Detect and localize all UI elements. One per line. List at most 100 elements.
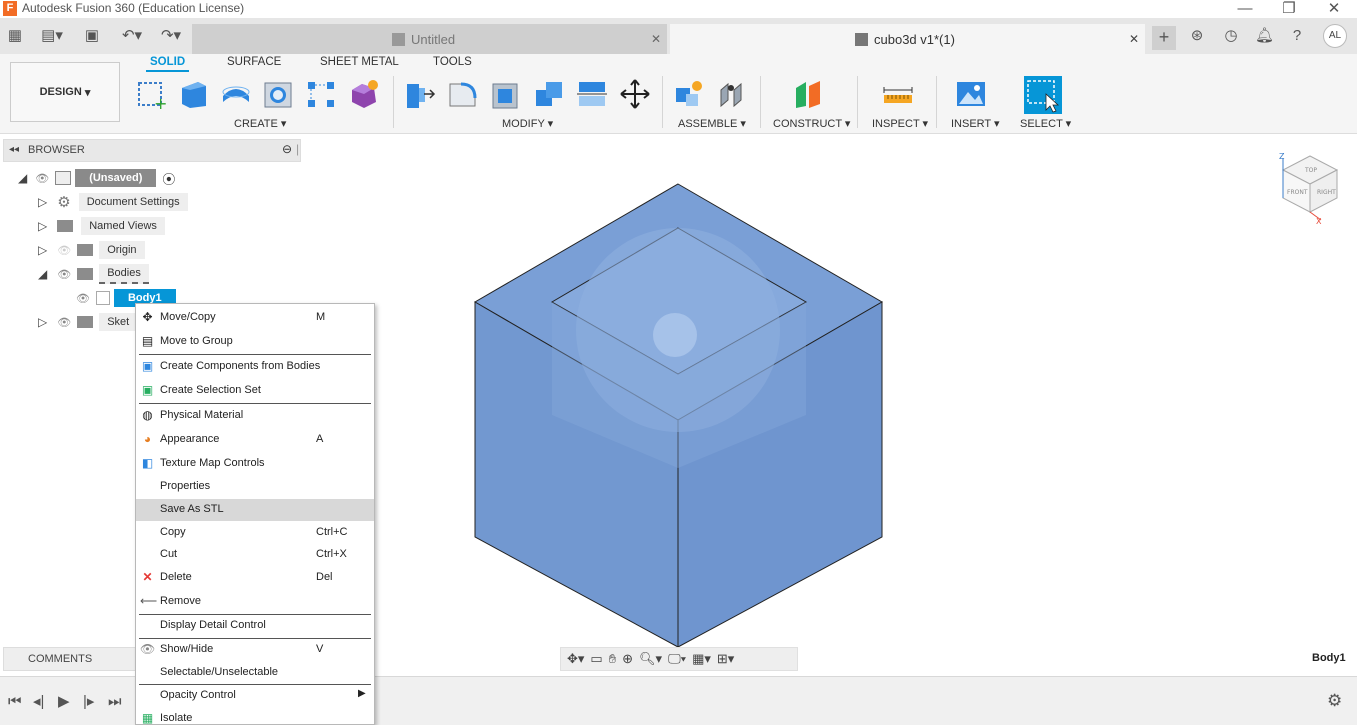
timeline-settings-gear-icon[interactable]: ⚙: [1327, 692, 1342, 710]
activate-radio-icon[interactable]: ⦿: [162, 169, 175, 188]
undo-icon[interactable]: ↶▾: [117, 27, 147, 45]
grid-menu-icon[interactable]: ▦: [7, 27, 23, 45]
tab-close-icon[interactable]: ✕: [651, 32, 661, 46]
look-at-icon[interactable]: ▭: [590, 651, 602, 667]
menu-item-texture-map[interactable]: ◧ Texture Map Controls: [136, 453, 374, 475]
collapsed-triangle-icon[interactable]: ▷: [38, 219, 47, 233]
workspace-switcher[interactable]: DESIGN ▾: [10, 62, 120, 122]
menu-item-isolate[interactable]: ▦ Isolate: [136, 708, 374, 724]
menu-item-selectable[interactable]: Selectable/Unselectable: [136, 662, 374, 684]
tree-item-bodies[interactable]: ◢ 👁︎ Bodies: [38, 264, 149, 284]
new-component-icon[interactable]: [673, 78, 705, 110]
insert-image-icon[interactable]: [955, 78, 987, 110]
eye-icon[interactable]: 👁︎: [35, 172, 49, 185]
offset-plane-icon[interactable]: [792, 78, 824, 110]
redo-icon[interactable]: ↷▾: [156, 27, 186, 45]
menu-item-save-as-stl[interactable]: Save As STL: [136, 499, 374, 521]
create-sketch-icon[interactable]: +: [136, 78, 168, 113]
measure-icon[interactable]: [882, 78, 914, 110]
new-tab-icon[interactable]: +: [1152, 26, 1176, 50]
menu-item-properties[interactable]: Properties: [136, 476, 374, 498]
tree-item-document-settings[interactable]: ▷ ⚙ Document Settings: [38, 192, 188, 212]
tab-cubo3d[interactable]: cubo3d v1*(1) ✕: [670, 24, 1145, 54]
hole-icon[interactable]: [262, 78, 294, 110]
menu-item-move-copy[interactable]: ✥ Move/Copy M: [136, 307, 374, 329]
viewports-icon[interactable]: ⊞▾: [717, 651, 734, 667]
joint-icon[interactable]: [716, 78, 748, 110]
zoom-icon[interactable]: ⊕: [622, 651, 633, 667]
create-form-icon[interactable]: [348, 78, 380, 110]
modify-menu[interactable]: MODIFY ▾: [502, 117, 553, 130]
display-settings-icon[interactable]: 🖵▾: [668, 651, 686, 667]
viewport-model[interactable]: [470, 180, 890, 650]
construct-menu[interactable]: CONSTRUCT ▾: [773, 117, 850, 130]
fillet-icon[interactable]: [447, 78, 479, 110]
menu-item-copy[interactable]: Copy Ctrl+C: [136, 522, 374, 544]
eye-icon[interactable]: 👁︎: [57, 316, 71, 329]
press-pull-icon[interactable]: [404, 78, 436, 110]
menu-item-physical-material[interactable]: ◍ Physical Material: [136, 405, 374, 427]
tab-untitled[interactable]: Untitled ✕: [192, 24, 667, 54]
go-to-end-icon[interactable]: ⏭: [108, 693, 122, 711]
tree-item-origin[interactable]: ▷ 👁︎ Origin: [38, 240, 145, 260]
tree-item-named-views[interactable]: ▷ Named Views: [38, 216, 165, 236]
extensions-icon[interactable]: ⊛: [1188, 27, 1206, 45]
job-status-icon[interactable]: ◷: [1222, 27, 1240, 45]
go-to-start-icon[interactable]: ⏮: [8, 693, 22, 711]
expanded-triangle-icon[interactable]: ◢: [38, 267, 47, 281]
viewcube[interactable]: TOP FRONT RIGHT Z X: [1275, 150, 1345, 228]
assemble-menu[interactable]: ASSEMBLE ▾: [678, 117, 746, 130]
revolve-icon[interactable]: [220, 78, 252, 110]
close-icon[interactable]: ✕: [1326, 0, 1342, 18]
minimize-icon[interactable]: —: [1237, 0, 1253, 18]
collapsed-triangle-icon[interactable]: ▷: [38, 195, 47, 209]
menu-item-delete[interactable]: ✕ Delete Del: [136, 567, 374, 589]
menu-item-create-selection-set[interactable]: ▣ Create Selection Set: [136, 380, 374, 402]
play-icon[interactable]: ▶: [58, 693, 70, 711]
minimize-panel-icon[interactable]: ⊖: [282, 142, 292, 156]
combine-icon[interactable]: [533, 78, 565, 110]
collapse-panel-icon[interactable]: ◂◂: [9, 144, 19, 155]
pattern-icon[interactable]: [305, 78, 337, 110]
restore-icon[interactable]: ❐: [1281, 0, 1297, 18]
tab-solid[interactable]: SOLID: [146, 56, 190, 72]
menu-item-cut[interactable]: Cut Ctrl+X: [136, 544, 374, 566]
pan-icon[interactable]: ✋︎: [609, 651, 616, 667]
tab-close-icon[interactable]: ✕: [1129, 32, 1139, 46]
panel-resize-handle[interactable]: |: [296, 142, 299, 156]
help-icon[interactable]: ?: [1288, 27, 1306, 45]
extrude-icon[interactable]: [178, 78, 210, 110]
inspect-menu[interactable]: INSPECT ▾: [872, 117, 928, 130]
create-menu[interactable]: CREATE ▾: [234, 117, 286, 130]
select-icon[interactable]: [1024, 76, 1062, 114]
tab-tools[interactable]: TOOLS: [433, 56, 472, 68]
eye-icon[interactable]: 👁︎: [76, 292, 90, 305]
menu-item-create-components[interactable]: ▣ Create Components from Bodies: [136, 356, 374, 378]
select-menu[interactable]: SELECT ▾: [1020, 117, 1071, 130]
step-forward-icon[interactable]: |▸: [83, 693, 94, 711]
tree-item-sketches[interactable]: ▷ 👁︎ Sket: [38, 312, 138, 332]
menu-item-appearance[interactable]: ◕ Appearance A: [136, 429, 374, 451]
eye-hidden-icon[interactable]: 👁︎: [57, 244, 71, 257]
avatar[interactable]: AL: [1323, 24, 1347, 48]
tab-sheet-metal[interactable]: SHEET METAL: [320, 56, 399, 68]
tree-root[interactable]: ◢ 👁︎ (Unsaved) ⦿: [18, 168, 175, 188]
insert-menu[interactable]: INSERT ▾: [951, 117, 1000, 130]
menu-item-move-to-group[interactable]: ▤ Move to Group: [136, 331, 374, 353]
save-icon[interactable]: ▣: [84, 27, 100, 45]
notifications-icon[interactable]: 🔔︎: [1255, 27, 1274, 45]
split-face-icon[interactable]: [576, 78, 608, 110]
orbit-icon[interactable]: ✥▾: [567, 651, 584, 667]
expanded-triangle-icon[interactable]: ◢: [18, 171, 27, 185]
tab-surface[interactable]: SURFACE: [227, 56, 281, 68]
menu-item-display-detail-control[interactable]: Display Detail Control: [136, 615, 374, 637]
menu-item-show-hide[interactable]: 👁︎ Show/Hide V: [136, 639, 374, 661]
step-back-icon[interactable]: ◂|: [33, 693, 44, 711]
file-menu-icon[interactable]: ▤▾: [38, 27, 66, 45]
collapsed-triangle-icon[interactable]: ▷: [38, 243, 47, 257]
menu-item-remove[interactable]: ⟵ Remove: [136, 591, 374, 613]
grid-settings-icon[interactable]: ▦▾: [692, 651, 711, 667]
shell-icon[interactable]: [490, 78, 522, 110]
collapsed-triangle-icon[interactable]: ▷: [38, 315, 47, 329]
menu-item-opacity-control[interactable]: Opacity Control ▶: [136, 685, 374, 707]
